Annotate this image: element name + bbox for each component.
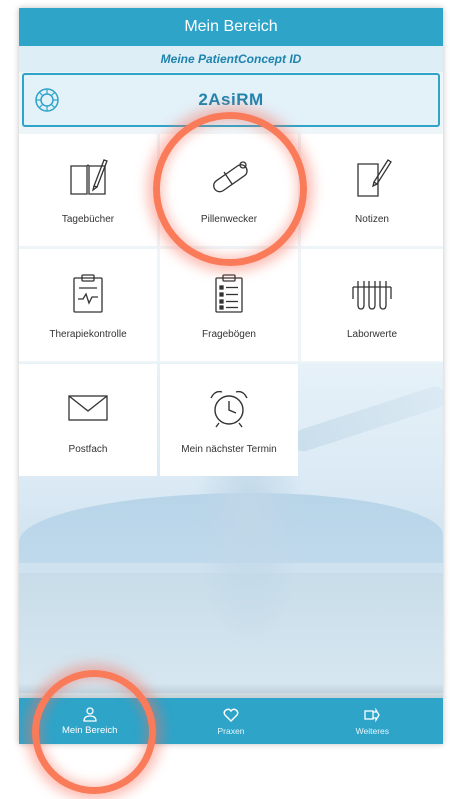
alarm-clock-icon xyxy=(210,390,248,428)
page-title: Mein Bereich xyxy=(184,18,278,35)
app-screen: Mein Bereich Meine PatientConcept ID 2As… xyxy=(19,8,443,744)
diary-icon xyxy=(70,159,108,195)
patient-id-code: 2AsiRM xyxy=(198,90,264,109)
tile-tagebuecher[interactable]: Tagebücher xyxy=(19,134,157,246)
tile-label: Postfach xyxy=(68,444,108,455)
id-section-title: Meine PatientConcept ID xyxy=(160,52,302,66)
tab-label: Mein Bereich xyxy=(61,725,118,736)
patient-id-box[interactable]: 2AsiRM xyxy=(22,73,440,127)
tile-label: Tagebücher xyxy=(61,214,115,225)
heart-icon xyxy=(223,708,239,722)
tab-mein-bereich[interactable]: Mein Bereich xyxy=(19,698,160,744)
pill-icon xyxy=(213,161,248,193)
tile-label: Laborwerte xyxy=(346,329,398,340)
tile-pillenwecker[interactable]: Pillenwecker xyxy=(160,134,298,246)
tabbar-shadow xyxy=(19,683,443,698)
tile-laborwerte[interactable]: Laborwerte xyxy=(301,249,443,361)
note-icon xyxy=(357,159,392,197)
patientconcept-logo-icon xyxy=(35,88,59,112)
tab-label: Praxen xyxy=(217,725,245,736)
tile-label: Notizen xyxy=(355,214,389,225)
tile-therapiekontrolle[interactable]: Therapiekontrolle xyxy=(19,249,157,361)
tile-naechster-termin[interactable]: Mein nächster Termin xyxy=(160,364,298,476)
tile-label: Mein nächster Termin xyxy=(181,444,277,455)
person-icon xyxy=(83,707,97,722)
mail-icon xyxy=(68,395,108,421)
bottom-tab-bar: Mein Bereich Praxen Weiteres xyxy=(19,698,443,744)
tile-label: Pillenwecker xyxy=(200,214,258,225)
test-tubes-icon xyxy=(352,281,392,310)
tab-weiteres[interactable]: Weiteres xyxy=(302,698,443,744)
app-header: Mein Bereich xyxy=(19,8,443,46)
tile-frageboegen[interactable]: Fragebögen xyxy=(160,249,298,361)
id-section-header: Meine PatientConcept ID xyxy=(19,46,443,72)
tab-label: Weiteres xyxy=(355,725,390,736)
tab-praxen[interactable]: Praxen xyxy=(160,698,301,744)
clipboard-chart-icon xyxy=(73,274,103,313)
tile-postfach[interactable]: Postfach xyxy=(19,364,157,476)
tile-label: Therapiekontrolle xyxy=(49,329,127,340)
questionnaire-icon xyxy=(215,274,243,313)
tile-label: Fragebögen xyxy=(202,329,256,340)
tile-notizen[interactable]: Notizen xyxy=(301,134,443,246)
more-arrow-icon xyxy=(364,707,381,722)
